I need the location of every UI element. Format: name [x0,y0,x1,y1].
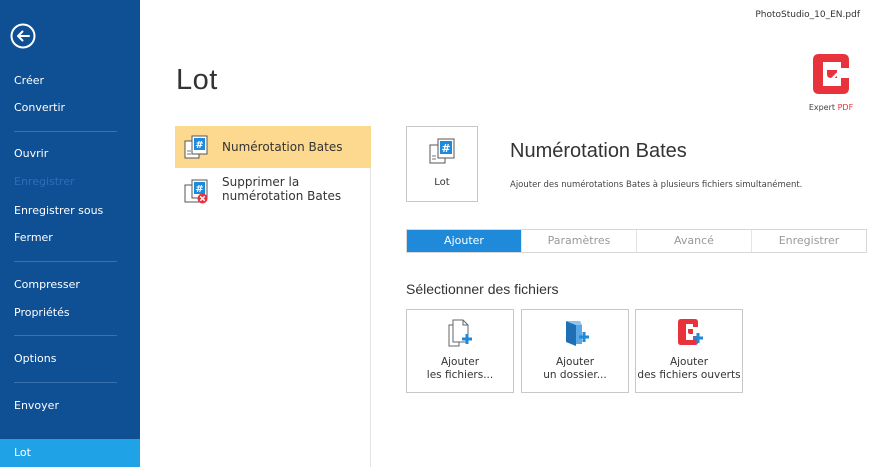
menu-separator [14,131,117,132]
svg-text:#: # [195,140,203,151]
add-folder-label-line1: Ajouter [555,356,595,368]
command-remove-bates-numbering[interactable]: # Supprimer la numérotation Bates [175,170,371,212]
panel-description: Ajouter des numérotations Bates à plusie… [510,180,803,190]
svg-text:#: # [441,142,450,155]
logo-text: Expert PDF [803,103,859,112]
menu-item-compresser[interactable]: Compresser [0,272,140,298]
add-open-files-label: Ajouter des fichiers ouverts [636,356,742,382]
logo-text-expert: Expert [808,103,838,112]
svg-text:#: # [195,184,203,195]
add-open-files-button[interactable]: Ajouter des fichiers ouverts [635,309,743,393]
add-files-label-line2: les fichiers... [426,369,494,381]
menu-item-lot[interactable]: Lot [0,439,140,467]
logo-text-pdf: PDF [837,103,854,112]
step-tabs: Ajouter Paramètres Avancé Enregistrer [406,229,867,253]
back-arrow-icon[interactable] [10,23,36,49]
tab-ajouter[interactable]: Ajouter [407,230,521,252]
menu-item-enregistrer: Enregistrer [14,175,75,188]
batch-tile-label: Lot [434,177,450,188]
document-filename: PhotoStudio_10_EN.pdf [755,10,860,20]
backstage-sidebar: Créer Convertir Ouvrir Enregistrer Enreg… [0,0,140,467]
add-folder-label-line2: un dossier... [543,369,607,381]
menu-item-envoyer[interactable]: Envoyer [0,393,140,419]
add-folder-button[interactable]: Ajouter un dossier... [521,309,629,393]
command-bates-numbering[interactable]: # Numérotation Bates [175,126,371,168]
panel-title: Numérotation Bates [510,140,687,162]
menu-item-options[interactable]: Options [0,346,140,372]
bates-numbering-icon: # [184,135,208,159]
command-label: Numérotation Bates [222,140,343,154]
menu-item-enregistrer-sous[interactable]: Enregistrer sous [0,198,140,224]
command-label-line1: Supprimer la [222,175,300,189]
add-files-icon [448,319,472,347]
tab-avance[interactable]: Avancé [636,230,751,252]
menu-item-fermer[interactable]: Fermer [0,225,140,251]
expert-pdf-logo: Expert PDF [803,48,859,114]
menu-separator [14,382,117,383]
add-files-label: Ajouter les fichiers... [407,356,513,382]
add-open-files-icon [678,319,703,345]
section-title: Sélectionner des fichiers [406,281,559,297]
menu-item-creer[interactable]: Créer [0,68,140,94]
expert-pdf-logo-icon [813,54,849,94]
tab-enregistrer[interactable]: Enregistrer [751,230,866,252]
add-folder-icon [566,321,589,346]
batch-tile[interactable]: # Lot [406,126,478,202]
add-files-label-line1: Ajouter [440,356,480,368]
menu-item-ouvrir[interactable]: Ouvrir [0,141,140,167]
add-open-files-label-line1: Ajouter [669,356,709,368]
page-title: Lot [176,64,218,96]
add-files-button[interactable]: Ajouter les fichiers... [406,309,514,393]
menu-separator [14,261,117,262]
add-folder-label: Ajouter un dossier... [522,356,628,382]
tab-parametres[interactable]: Paramètres [521,230,636,252]
bates-numbering-icon: # [429,138,455,164]
menu-separator [14,335,117,336]
remove-bates-numbering-icon: # [184,179,208,204]
add-open-files-label-line2: des fichiers ouverts [637,369,741,381]
command-label-line2: numérotation Bates [222,189,342,203]
menu-item-proprietes[interactable]: Propriétés [0,300,140,326]
menu-item-convertir[interactable]: Convertir [0,95,140,121]
